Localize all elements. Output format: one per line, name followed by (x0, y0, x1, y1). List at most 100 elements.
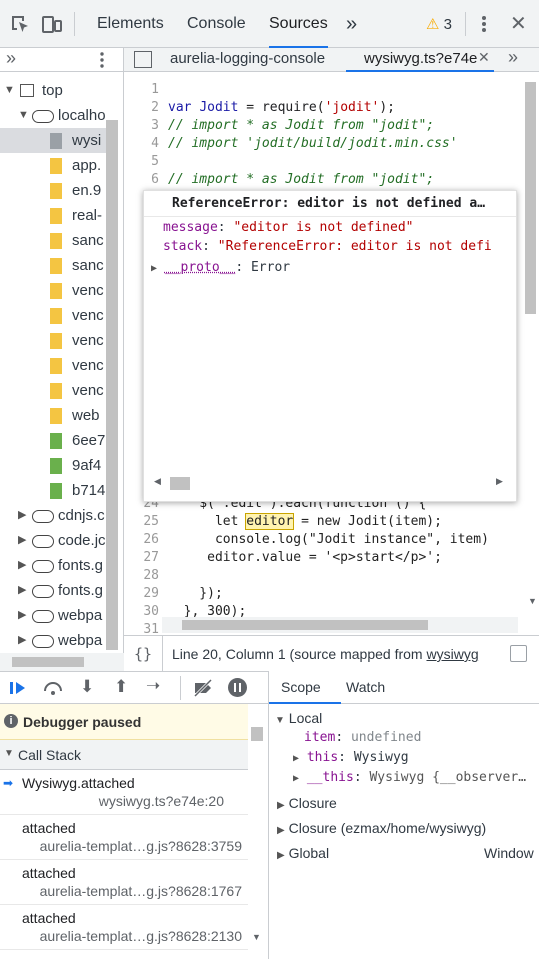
kebab-menu-icon[interactable] (478, 12, 490, 36)
tree-file[interactable]: venc (0, 353, 106, 378)
tree-file[interactable]: venc (0, 328, 106, 353)
paused-banner: i Debugger paused (0, 704, 248, 740)
more-tabs-icon[interactable]: » (508, 47, 518, 68)
tree-file[interactable]: 9af4 (0, 453, 106, 478)
inspect-element-icon[interactable] (8, 12, 32, 36)
device-toolbar-icon[interactable] (40, 12, 64, 36)
more-tabs-button[interactable]: » (346, 0, 357, 48)
scroll-down-arrow[interactable]: ▼ (252, 932, 261, 942)
tree-top[interactable]: ▼ top (0, 78, 106, 103)
scope-global[interactable]: ▶ Global (277, 845, 329, 861)
proto-property[interactable]: ▶ __proto__: Error (151, 260, 290, 275)
tab-scope[interactable]: Scope (281, 679, 321, 695)
deactivate-breakpoints-icon[interactable] (192, 678, 214, 701)
cloud-icon (32, 635, 54, 648)
resume-icon[interactable] (8, 678, 28, 701)
line-number: 2 (151, 100, 159, 115)
call-stack-header[interactable]: ▼ Call Stack (0, 740, 248, 770)
cloud-icon (32, 110, 54, 123)
code-line: // import * as Jodit from "jodit"; (168, 172, 435, 187)
tab-console[interactable]: Console (187, 0, 246, 48)
tree-domain[interactable]: ▶ webpa (0, 603, 106, 628)
tree-file[interactable]: venc (0, 303, 106, 328)
file-icon (50, 433, 62, 449)
collapsed-triangle-icon: ▶ (18, 634, 27, 646)
call-frame[interactable]: attached aurelia-templat…g.js?8628:3759 (0, 815, 248, 860)
file-icon (50, 158, 62, 174)
cursor-position: Line 20, Column 1 (source mapped from wy… (172, 646, 479, 662)
line-number: 25 (143, 514, 159, 529)
step-into-icon[interactable]: ⬇ (80, 677, 94, 697)
navigator-scrollbar[interactable] (106, 120, 118, 650)
code-line: var Jodit = require('jodit'); (168, 100, 396, 115)
tree-file[interactable]: en.9 (0, 178, 106, 203)
tree-file[interactable]: venc (0, 378, 106, 403)
editor-hscroll[interactable] (162, 617, 518, 633)
navigator-hscroll[interactable] (0, 653, 124, 671)
scroll-down-arrow[interactable]: ▼ (528, 596, 537, 606)
highlighted-token[interactable]: editor (245, 513, 295, 530)
call-frame[interactable]: attached aurelia-templat…g.js?8628:1767 (0, 860, 248, 905)
tree-domain[interactable]: ▶ fonts.g (0, 578, 106, 603)
tab-sources[interactable]: Sources (269, 0, 328, 48)
coverage-icon[interactable] (510, 645, 527, 662)
more-panels-icon[interactable]: » (6, 48, 16, 69)
navigator-menu-icon[interactable] (98, 50, 106, 73)
scope-closure[interactable]: ▶ Closure (277, 795, 337, 811)
file-icon (50, 133, 62, 149)
toggle-navigator-icon[interactable] (134, 51, 152, 68)
line-number: 29 (143, 586, 159, 601)
line-number: 4 (151, 136, 159, 151)
tree-file[interactable]: sanc (0, 253, 106, 278)
close-devtools-icon[interactable]: ✕ (510, 11, 527, 36)
call-frame[interactable]: attached aurelia-templat…g.js?8628:2130 (0, 905, 248, 950)
frame-icon (20, 84, 34, 97)
tree-localhost[interactable]: ▼ localho (0, 103, 106, 128)
tree-file[interactable]: web (0, 403, 106, 428)
tree-file[interactable]: real- (0, 203, 106, 228)
collapsed-triangle-icon: ▶ (18, 534, 27, 546)
tree-domain[interactable]: ▶ fonts.g (0, 553, 106, 578)
tree-domain[interactable]: ▶ code.jc (0, 528, 106, 553)
file-icon (50, 233, 62, 249)
collapsed-triangle-icon: ▶ (18, 509, 27, 521)
popover-hscroll[interactable]: ◀ ▶ (148, 474, 512, 492)
step-icon[interactable]: ➝ (146, 676, 160, 696)
tree-file[interactable]: 6ee7 (0, 428, 106, 453)
call-frame[interactable]: ➡ Wysiwyg.attached wysiwyg.ts?e74e:20 (0, 770, 248, 815)
tree-file[interactable]: sanc (0, 228, 106, 253)
pretty-print-icon[interactable]: {} (134, 645, 152, 663)
scope-local[interactable]: ▼ Local (275, 710, 322, 726)
editor-tab-logging[interactable]: aurelia-logging-console (170, 50, 325, 67)
tree-domain[interactable]: ▶ webpa (0, 628, 106, 653)
tab-watch[interactable]: Watch (346, 679, 385, 695)
code-line: // import * as Jodit from "jodit"; (168, 118, 435, 133)
close-tab-icon[interactable]: ✕ (478, 49, 490, 66)
tree-file[interactable]: b714 (0, 478, 106, 503)
cloud-icon (32, 560, 54, 573)
scope-underscore-this[interactable]: ▶ __this: Wysiwyg {__observer… (293, 770, 538, 785)
source-map-link[interactable]: wysiwyg (426, 646, 478, 662)
tree-file[interactable]: wysi (0, 128, 106, 153)
editor-tab-wysiwyg[interactable]: wysiwyg.ts?e74e (364, 50, 477, 67)
editor-vscroll[interactable] (525, 82, 536, 314)
expand-triangle-icon: ▼ (4, 84, 15, 96)
step-out-icon[interactable]: ⬆ (114, 677, 128, 697)
file-icon (50, 208, 62, 224)
tree-domain[interactable]: ▶ cdnjs.c (0, 503, 106, 528)
step-over-icon[interactable] (42, 678, 64, 701)
tab-elements[interactable]: Elements (97, 0, 164, 48)
warning-badge[interactable]: ⚠ 3 (426, 15, 452, 33)
scope-tabbar: Scope Watch (269, 671, 539, 704)
file-icon (50, 283, 62, 299)
scope-closure-ezmax[interactable]: ▶ Closure (ezmax/home/wysiwyg) (277, 820, 486, 836)
line-number: 27 (143, 550, 159, 565)
tree-file[interactable]: app. (0, 153, 106, 178)
scope-this[interactable]: ▶ this: Wysiwyg (293, 750, 409, 765)
file-icon (50, 483, 62, 499)
pause-on-exceptions-icon[interactable] (228, 678, 247, 697)
code-line: editor.value = '<p>start</p>'; (168, 550, 442, 565)
callstack-scrollbar[interactable] (251, 727, 263, 741)
tree-file[interactable]: venc (0, 278, 106, 303)
line-number: 3 (151, 118, 159, 133)
